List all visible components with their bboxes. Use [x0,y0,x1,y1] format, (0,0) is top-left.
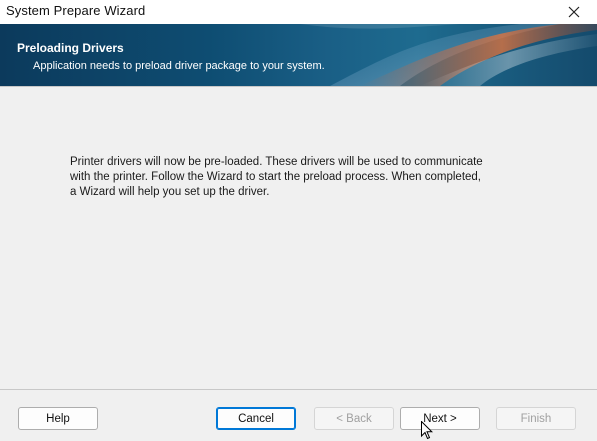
instructions-text: Printer drivers will now be pre-loaded. … [70,156,483,198]
finish-button[interactable]: Finish [496,407,576,430]
cancel-button[interactable]: Cancel [216,407,296,430]
back-button[interactable]: < Back [314,407,394,430]
mouse-pointer-icon [421,421,433,440]
title-bar: System Prepare Wizard [0,0,597,24]
header-divider [0,86,597,87]
help-button[interactable]: Help [18,407,98,430]
wizard-window: System Prepare Wizard Preloading Drivers… [0,0,597,441]
next-button[interactable]: Next > [400,407,480,430]
header-banner: Preloading Drivers Application needs to … [0,24,597,86]
banner-subtitle: Application needs to preload driver pack… [33,60,325,72]
footer-divider [0,389,597,390]
banner-swoosh-graphic [300,24,597,86]
window-title: System Prepare Wizard [6,3,146,18]
banner-title: Preloading Drivers [17,41,124,55]
close-icon [568,6,580,18]
close-button[interactable] [551,0,597,24]
